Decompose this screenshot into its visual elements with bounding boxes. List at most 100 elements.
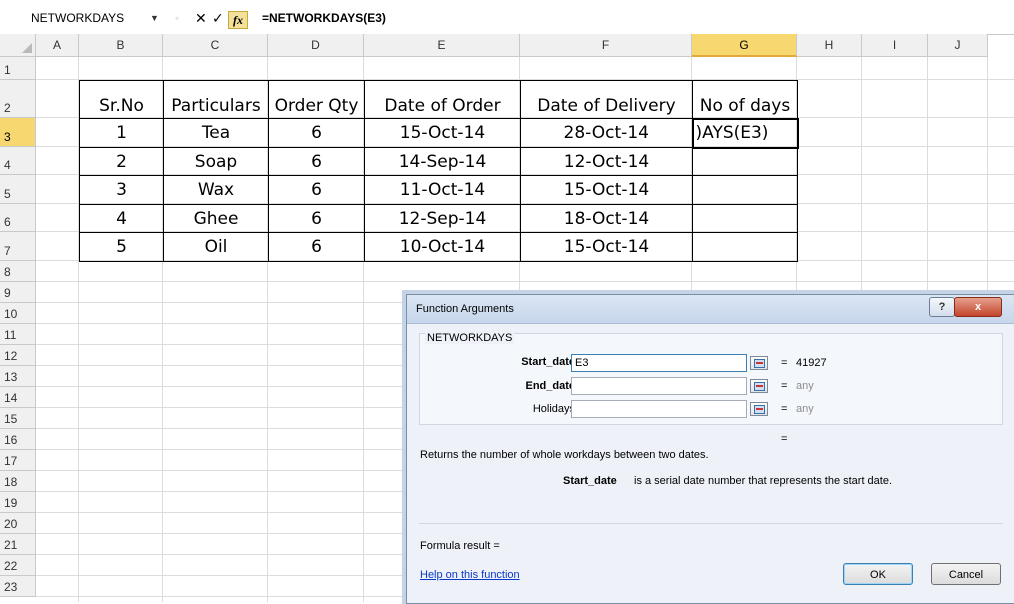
row-header-4[interactable]: 4 (0, 147, 36, 175)
column-header-e[interactable]: E (364, 34, 520, 57)
table-cell[interactable] (692, 175, 798, 205)
row-number: 19 (4, 496, 18, 510)
table-header-cell[interactable]: Order Qty (268, 80, 365, 119)
row-header-19[interactable]: 19 (0, 492, 36, 513)
row-header-23[interactable]: 23 (0, 576, 36, 597)
table-cell[interactable]: 5 (79, 232, 164, 262)
table-cell[interactable]: 1 (79, 118, 164, 148)
row-header-12[interactable]: 12 (0, 345, 36, 366)
formula-input[interactable]: =NETWORKDAYS(E3) (262, 9, 386, 27)
table-cell[interactable]: 12-Oct-14 (520, 147, 693, 176)
row-header-21[interactable]: 21 (0, 534, 36, 555)
row-header-10[interactable]: 10 (0, 303, 36, 324)
table-header-cell[interactable]: Date of Order (364, 80, 521, 119)
start-date-result: 41927 (796, 357, 827, 369)
help-button[interactable]: ? (929, 297, 955, 317)
table-cell[interactable] (692, 232, 798, 262)
row-number: 14 (4, 391, 18, 405)
active-cell[interactable]: )AYS(E3) (691, 117, 799, 149)
row-header-3[interactable]: 3 (0, 118, 36, 147)
end-date-collapse-icon[interactable] (750, 379, 768, 393)
table-cell[interactable]: Oil (163, 232, 269, 262)
start-date-collapse-icon[interactable] (750, 356, 768, 370)
table-cell[interactable]: 2 (79, 147, 164, 176)
row-header-2[interactable]: 2 (0, 80, 36, 118)
table-cell[interactable]: 18-Oct-14 (520, 204, 693, 233)
table-cell[interactable]: Tea (163, 118, 269, 148)
close-button[interactable]: x (954, 297, 1002, 317)
table-cell[interactable]: 6 (268, 147, 365, 176)
table-header-cell[interactable]: Date of Delivery (520, 80, 693, 119)
row-header-5[interactable]: 5 (0, 175, 36, 204)
row-header-16[interactable]: 16 (0, 429, 36, 450)
name-box-dropdown-icon[interactable]: ▼ (150, 9, 159, 27)
table-cell[interactable] (692, 147, 798, 176)
column-header-a[interactable]: A (36, 34, 79, 57)
row-header-11[interactable]: 11 (0, 324, 36, 345)
table-header-cell[interactable]: Particulars (163, 80, 269, 119)
row-header-22[interactable]: 22 (0, 555, 36, 576)
table-cell[interactable]: 15-Oct-14 (520, 175, 693, 205)
row-header-18[interactable]: 18 (0, 471, 36, 492)
table-cell[interactable]: 15-Oct-14 (520, 232, 693, 262)
column-header-h[interactable]: H (797, 34, 862, 57)
table-cell[interactable]: 28-Oct-14 (520, 118, 693, 148)
column-header-b[interactable]: B (79, 34, 163, 57)
column-header-c[interactable]: C (163, 34, 268, 57)
table-cell[interactable]: 4 (79, 204, 164, 233)
row-header-9[interactable]: 9 (0, 282, 36, 303)
function-arguments-dialog: Function Arguments ? x NETWORKDAYS Start… (406, 294, 1014, 604)
column-header-j[interactable]: J (928, 34, 988, 57)
formula-bar-separator-icon: ◦ (175, 11, 180, 25)
table-row: 2 Soap 6 14-Sep-14 12-Oct-14 (79, 147, 798, 176)
table-cell[interactable]: 15-Oct-14 (364, 118, 521, 148)
table-cell[interactable]: 6 (268, 204, 365, 233)
table-cell[interactable]: 6 (268, 118, 365, 148)
column-header-i[interactable]: I (862, 34, 928, 57)
column-header-d[interactable]: D (268, 34, 364, 57)
ok-button[interactable]: OK (843, 563, 913, 585)
dialog-title: Function Arguments (416, 303, 514, 315)
row-header-15[interactable]: 15 (0, 408, 36, 429)
row-number: 17 (4, 454, 18, 468)
table-cell[interactable]: Wax (163, 175, 269, 205)
row-number: 16 (4, 433, 18, 447)
table-cell[interactable]: 3 (79, 175, 164, 205)
row-header-7[interactable]: 7 (0, 232, 36, 261)
table-cell[interactable]: 11-Oct-14 (364, 175, 521, 205)
help-on-function-link[interactable]: Help on this function (420, 569, 520, 581)
row-number: 2 (4, 101, 11, 115)
cancel-entry-icon[interactable]: ✕ (195, 9, 207, 27)
row-header-6[interactable]: 6 (0, 204, 36, 232)
table-cell[interactable]: 12-Sep-14 (364, 204, 521, 233)
row-header-1[interactable]: 1 (0, 57, 36, 80)
row-number: 5 (4, 187, 11, 201)
holidays-collapse-icon[interactable] (750, 402, 768, 416)
column-header-f[interactable]: F (520, 34, 692, 57)
table-header-cell[interactable]: Sr.No (79, 80, 164, 119)
row-header-8[interactable]: 8 (0, 261, 36, 282)
column-header-g[interactable]: G (692, 34, 797, 57)
dialog-title-bar[interactable]: Function Arguments ? x (407, 295, 1014, 324)
row-header-14[interactable]: 14 (0, 387, 36, 408)
insert-function-icon[interactable]: fx (228, 11, 248, 29)
table-cell[interactable]: Soap (163, 147, 269, 176)
table-cell[interactable]: 10-Oct-14 (364, 232, 521, 262)
table-row: 5 Oil 6 10-Oct-14 15-Oct-14 (79, 232, 798, 262)
end-date-input[interactable] (571, 377, 747, 395)
start-date-input[interactable]: E3 (571, 354, 747, 372)
holidays-input[interactable] (571, 400, 747, 418)
table-cell[interactable]: 14-Sep-14 (364, 147, 521, 176)
table-cell[interactable]: 6 (268, 175, 365, 205)
table-cell[interactable]: Ghee (163, 204, 269, 233)
table-header-cell[interactable]: No of days (692, 80, 798, 119)
row-header-20[interactable]: 20 (0, 513, 36, 534)
select-all-corner[interactable] (0, 34, 36, 57)
row-header-17[interactable]: 17 (0, 450, 36, 471)
row-header-13[interactable]: 13 (0, 366, 36, 387)
end-date-result: any (796, 380, 814, 392)
table-cell[interactable]: 6 (268, 232, 365, 262)
table-cell[interactable] (692, 204, 798, 233)
cancel-button[interactable]: Cancel (931, 563, 1001, 585)
enter-entry-icon[interactable]: ✓ (212, 9, 224, 27)
